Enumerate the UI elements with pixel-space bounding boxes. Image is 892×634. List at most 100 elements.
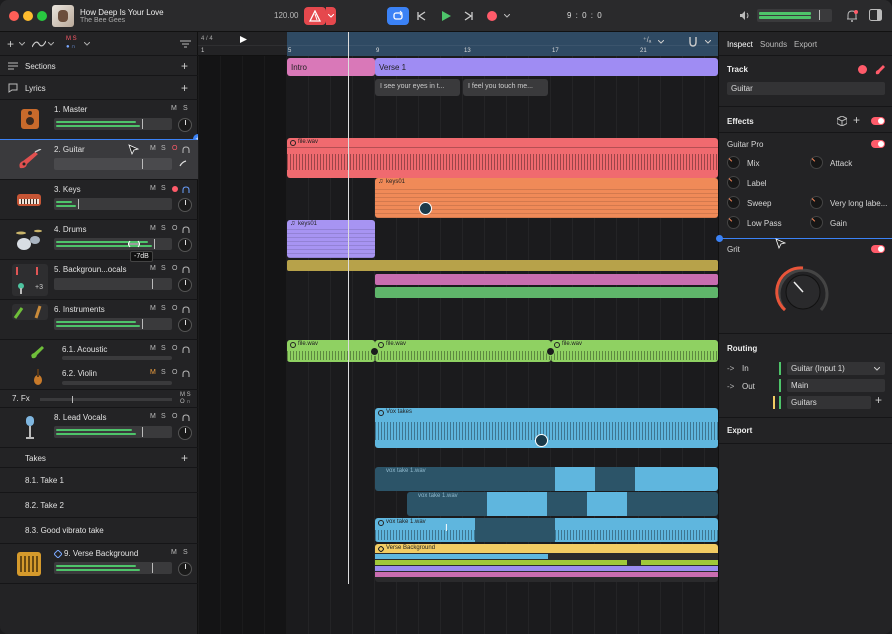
section-verse-1[interactable]: Verse 1 [375, 58, 718, 76]
pan-knob[interactable] [178, 238, 192, 252]
volume-fader[interactable] [54, 118, 172, 130]
rewind-button[interactable] [413, 7, 429, 25]
track-row-background-vocals[interactable]: +3 5. Backgroun...ocals M S O [0, 260, 198, 300]
monitor-icon[interactable] [182, 146, 190, 153]
cube-icon[interactable] [837, 116, 847, 126]
bus-select[interactable]: Guitars [787, 396, 871, 409]
record-button[interactable] [485, 7, 499, 25]
crossfade-check-icon[interactable] [370, 347, 379, 356]
take-name[interactable]: 8.3. Good vibrato take [25, 526, 104, 535]
monitor-icon[interactable] [182, 414, 190, 421]
mute-button[interactable]: M [150, 305, 156, 312]
record-arm-button[interactable] [172, 186, 178, 192]
pan-knob[interactable] [178, 426, 192, 440]
close-window-button[interactable] [9, 11, 19, 21]
volume-fader[interactable] [62, 356, 172, 360]
take-row[interactable]: 8.3. Good vibrato take [0, 518, 198, 544]
filter-icon[interactable] [180, 40, 191, 48]
track-name[interactable]: 5. Backgroun...ocals [54, 265, 126, 274]
track-name[interactable]: 7. Fx [12, 394, 30, 403]
solo-button[interactable]: S [161, 345, 166, 352]
midi-clip-keys[interactable]: ♫ keys01 [375, 178, 718, 218]
track-name[interactable]: 6.1. Acoustic [62, 345, 107, 354]
add-effect-icon[interactable]: + [853, 113, 860, 127]
volume-fader[interactable] [54, 562, 172, 574]
monitor-all-icon[interactable]: ● ∩ [66, 44, 76, 50]
clip-background-vocals-2[interactable] [375, 274, 718, 285]
track-name-field[interactable]: Guitar [727, 82, 885, 95]
output-select[interactable]: Main [787, 379, 885, 392]
add-track-icon[interactable]: + [7, 37, 14, 51]
record-arm-button[interactable]: O [172, 305, 177, 312]
mute-button[interactable]: M [150, 185, 156, 192]
monitor-icon[interactable] [182, 370, 190, 377]
record-arm-button[interactable]: O [172, 345, 177, 352]
toggle-inspector-icon[interactable] [869, 9, 882, 23]
solo-button[interactable]: S [161, 413, 166, 420]
take-row[interactable]: 8.2. Take 2 [0, 493, 198, 518]
monitor-icon[interactable] [182, 306, 190, 313]
param-knob[interactable] [727, 216, 740, 229]
solo-button[interactable]: S [183, 105, 188, 112]
mute-button[interactable]: M S [180, 392, 191, 398]
pan-knob[interactable] [178, 562, 192, 576]
volume-fader[interactable] [54, 426, 172, 438]
solo-button[interactable]: S [161, 225, 166, 232]
track-row-verse-background[interactable]: 9. Verse Background M S [0, 544, 198, 584]
mute-button[interactable]: M [150, 225, 156, 232]
track-color-swatch[interactable] [858, 65, 867, 74]
volume-fader[interactable] [54, 198, 172, 210]
tab-export[interactable]: Export [794, 40, 817, 49]
track-row-lead-vocals[interactable]: 8. Lead Vocals M S O [0, 408, 198, 448]
chevron-down-icon[interactable] [84, 42, 90, 46]
add-take-icon[interactable]: + [181, 451, 188, 465]
monitor-icon[interactable] [182, 226, 190, 233]
loop-button[interactable] [387, 7, 409, 25]
mute-button[interactable]: M [150, 265, 156, 272]
tab-inspect[interactable]: Inspect [727, 40, 753, 49]
track-row-violin[interactable]: 6.2. Violin M S O [0, 364, 198, 390]
mute-button[interactable]: M [150, 145, 156, 152]
plugin-toggle[interactable] [871, 140, 885, 148]
playhead[interactable] [348, 32, 349, 584]
solo-button[interactable]: S [161, 185, 166, 192]
playhead-marker-icon[interactable] [240, 36, 247, 43]
metronome-menu-button[interactable] [326, 7, 336, 25]
volume-fader[interactable] [54, 238, 172, 250]
tempo-display[interactable]: 120.00 [274, 11, 298, 20]
notifications-icon[interactable] [846, 9, 858, 24]
monitor-icon[interactable] [182, 186, 190, 193]
param-knob[interactable] [727, 196, 740, 209]
crossfade-check-icon[interactable] [546, 347, 555, 356]
audio-clip-vox-takes[interactable]: Vox takes [375, 408, 718, 448]
track-name[interactable]: 6. Instruments [54, 305, 105, 314]
play-button[interactable] [438, 7, 454, 25]
mute-button[interactable]: M [171, 105, 177, 112]
solo-button[interactable]: S [161, 145, 166, 152]
track-row-master[interactable]: 1. Master M S [0, 100, 198, 140]
grit-drive-knob[interactable] [773, 262, 833, 322]
take-clip-2[interactable]: vox take 1.wav [407, 492, 718, 516]
volume-fader[interactable] [40, 396, 172, 403]
record-arm-button[interactable]: O ∩ [180, 399, 191, 405]
volume-fader[interactable] [54, 318, 172, 330]
take-name[interactable]: 8.2. Take 2 [25, 501, 64, 510]
add-send-icon[interactable]: + [875, 393, 882, 407]
param-knob[interactable] [810, 216, 823, 229]
automation-curve-icon[interactable] [32, 39, 46, 49]
solo-button[interactable]: S [183, 549, 188, 556]
sections-row[interactable]: Sections + [0, 56, 198, 76]
master-level-meter[interactable] [757, 9, 832, 22]
skip-forward-button[interactable] [461, 7, 477, 25]
takes-header[interactable]: Takes + [0, 448, 198, 468]
track-row-keys[interactable]: 3. Keys M S [0, 180, 198, 220]
mute-button[interactable]: M [171, 549, 177, 556]
take-clip-1[interactable]: vox take 1.wav [375, 467, 718, 491]
track-name[interactable]: 3. Keys [54, 185, 81, 194]
guitar-icon[interactable] [875, 64, 886, 75]
audio-clip-acoustic[interactable]: file.wav [375, 340, 551, 362]
audio-clip-guitar[interactable]: file.wav [287, 138, 718, 178]
track-name[interactable]: 8. Lead Vocals [54, 413, 106, 422]
take-clip-3[interactable]: vox take 1.wav [375, 518, 718, 542]
track-name[interactable]: 2. Guitar [54, 145, 85, 154]
